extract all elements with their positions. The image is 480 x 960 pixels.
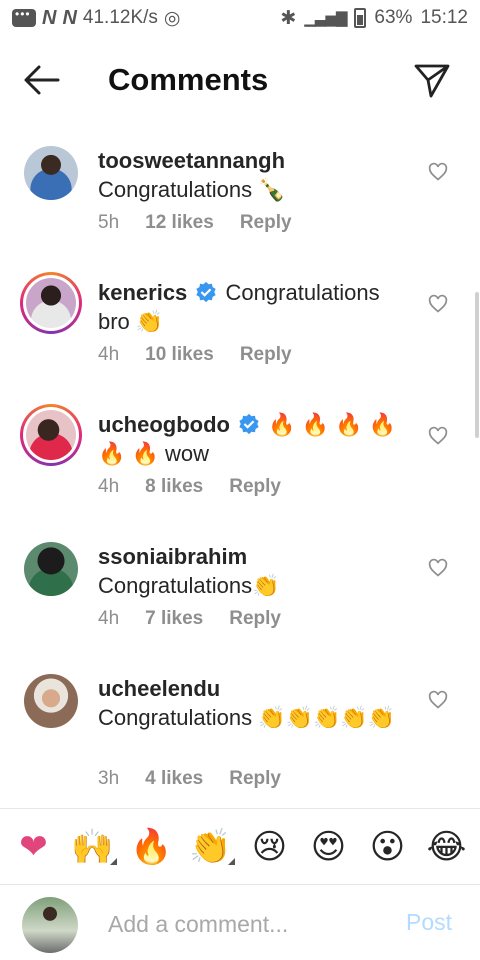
tears-of-joy-emoji[interactable]: 😂 (421, 827, 473, 867)
avatar[interactable] (24, 146, 78, 200)
raised-hands-emoji[interactable]: 🙌 (67, 827, 119, 867)
comment-text: Congratulations👏 (98, 573, 280, 598)
heart-icon[interactable] (428, 426, 448, 446)
comment-text: Congratulations 🍾 (98, 177, 286, 202)
comment-input[interactable] (108, 907, 388, 941)
post-button[interactable]: Post (406, 909, 452, 936)
scrollbar[interactable] (475, 292, 479, 438)
hotspot-icon: ◎ (163, 7, 181, 29)
battery-icon (354, 8, 367, 28)
heart-icon[interactable] (428, 558, 448, 578)
bluetooth-icon: ✱ (280, 7, 297, 29)
comment-likes[interactable]: 4 likes (145, 768, 203, 790)
avatar[interactable] (20, 272, 82, 334)
surprised-face-emoji[interactable]: 😮 (362, 827, 414, 867)
reply-button[interactable]: Reply (240, 344, 292, 366)
avatar[interactable] (24, 674, 78, 728)
current-user-avatar (22, 897, 78, 953)
red-heart-emoji[interactable]: ❤ (8, 827, 60, 867)
comment-likes[interactable]: 7 likes (145, 608, 203, 630)
avatar[interactable] (20, 404, 82, 466)
comment-likes[interactable]: 12 likes (145, 212, 214, 234)
paper-plane-icon[interactable] (412, 60, 452, 100)
comment-username[interactable]: ssoniaibrahim (98, 544, 247, 569)
signal-icon: ▁▃▅▇ (304, 10, 347, 27)
heart-eyes-emoji[interactable]: 😍 (303, 827, 355, 867)
reply-button[interactable]: Reply (229, 768, 281, 790)
verified-badge-icon (196, 281, 217, 303)
reply-button[interactable]: Reply (229, 476, 281, 498)
comments-header: Comments (0, 44, 480, 116)
comment-username[interactable]: toosweetannangh (98, 148, 285, 173)
clock: 15:12 (420, 7, 468, 28)
comment-time: 5h (98, 212, 120, 233)
comment-text: Congratulations 👏👏👏👏👏 (98, 705, 396, 730)
comment-compose-bar: Post (0, 884, 480, 960)
heart-icon[interactable] (428, 690, 448, 710)
comment-username[interactable]: ucheelendu (98, 676, 220, 701)
heart-icon[interactable] (428, 162, 448, 182)
comment-time: 4h (98, 608, 120, 629)
reply-button[interactable]: Reply (240, 212, 292, 234)
comment-likes[interactable]: 8 likes (145, 476, 203, 498)
reply-button[interactable]: Reply (229, 608, 281, 630)
network-n-icon: N (62, 6, 77, 29)
comment-time: 4h (98, 476, 120, 497)
status-bar: N N 41.12K/s ◎ ✱ ▁▃▅▇ 63% 15:12 (0, 0, 480, 36)
page-title: Comments (108, 62, 269, 97)
arrow-left-icon[interactable] (22, 62, 62, 98)
fire-emoji[interactable]: 🔥 (126, 827, 178, 867)
heart-icon[interactable] (428, 294, 448, 314)
comment-username[interactable]: kenerics (98, 280, 187, 305)
message-notification-icon (12, 7, 36, 27)
emoji-quick-bar: ❤ 🙌 🔥 👏 😢 😍 😮 😂 (0, 808, 480, 884)
comment-time: 3h (98, 768, 120, 789)
comment-time: 4h (98, 344, 120, 365)
comment-likes[interactable]: 10 likes (145, 344, 214, 366)
clapping-hands-emoji[interactable]: 👏 (185, 827, 237, 867)
battery-percent: 63% (374, 7, 413, 28)
network-speed: 41.12K/s (82, 7, 158, 28)
network-n-icon: N (42, 6, 57, 29)
avatar[interactable] (24, 542, 78, 596)
comment-username[interactable]: ucheogbodo (98, 412, 230, 437)
crying-face-emoji[interactable]: 😢 (244, 827, 296, 867)
verified-badge-icon (239, 413, 259, 435)
